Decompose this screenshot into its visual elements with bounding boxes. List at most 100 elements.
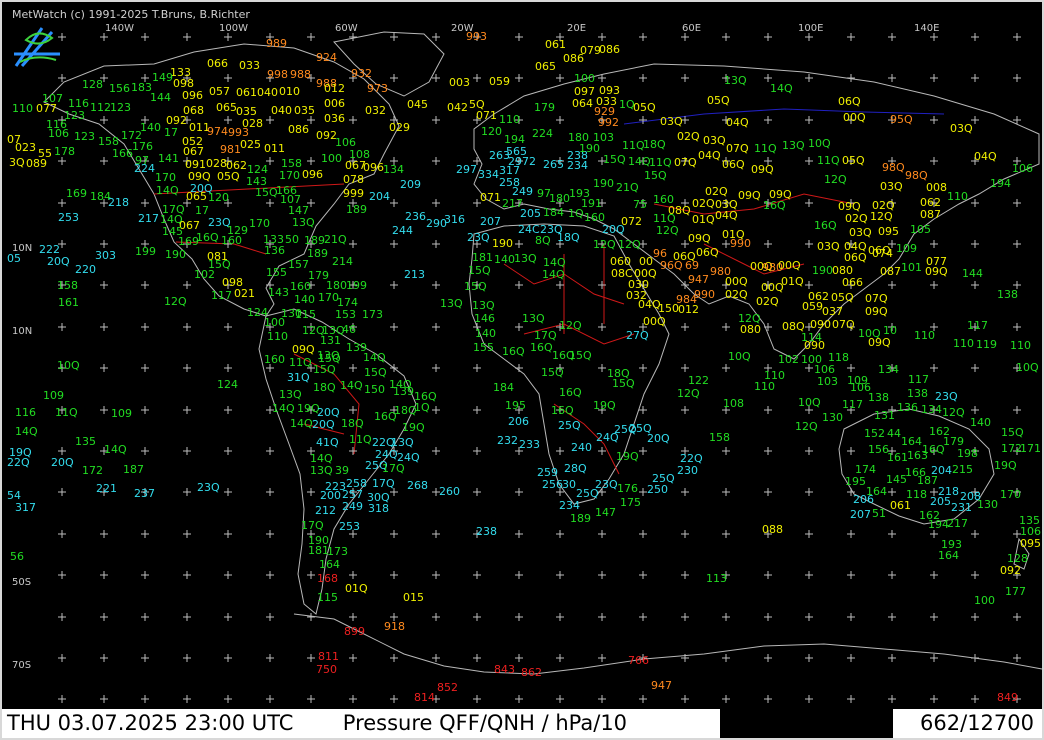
- grid-cross: [266, 695, 274, 703]
- pressure-observation: 105: [910, 223, 931, 236]
- pressure-observation: 96Q: [660, 259, 683, 272]
- pressure-observation: 06Q: [696, 246, 719, 259]
- pressure-observation: 092: [1000, 564, 1021, 577]
- grid-cross: [349, 571, 357, 579]
- pressure-observation: 153: [335, 308, 356, 321]
- grid-cross: [1013, 240, 1021, 248]
- pressure-observation: 14Q: [542, 268, 565, 281]
- pressure-observation: 086: [599, 43, 620, 56]
- pressure-observation: 12Q: [618, 238, 641, 251]
- footer-product: Pressure QFF/QNH / hPa/10: [342, 711, 628, 735]
- grid-cross: [224, 654, 232, 662]
- grid-cross: [100, 364, 108, 372]
- pressure-observation: 170: [318, 291, 339, 304]
- pressure-observation: 233: [519, 438, 540, 451]
- pressure-observation: 990: [730, 237, 751, 250]
- pressure-observation: 160: [290, 280, 311, 293]
- pressure-observation: 190: [492, 237, 513, 250]
- pressure-observation: 077: [36, 102, 57, 115]
- grid-cross: [100, 116, 108, 124]
- grid-cross: [888, 530, 896, 538]
- pressure-observation: 138: [997, 288, 1018, 301]
- grid-cross: [349, 447, 357, 455]
- pressure-observation: 10Q: [798, 396, 821, 409]
- pressure-observation: 862: [521, 666, 542, 679]
- grid-cross: [58, 74, 66, 82]
- grid-cross: [183, 323, 191, 331]
- pressure-observation: 13Q: [310, 464, 333, 477]
- grid-cross: [971, 613, 979, 621]
- pressure-observation: 108: [723, 397, 744, 410]
- pressure-observation: 123: [110, 101, 131, 114]
- grid-cross: [473, 488, 481, 496]
- grid-cross: [432, 654, 440, 662]
- pressure-observation: 41Q: [316, 436, 339, 449]
- grid-cross: [847, 447, 855, 455]
- pressure-observation: 04Q: [715, 209, 738, 222]
- pressure-observation: 05Q: [831, 291, 854, 304]
- grid-cross: [722, 613, 730, 621]
- pressure-observation: 110: [953, 337, 974, 350]
- pressure-observation: 18Q: [313, 381, 336, 394]
- pressure-observation: 02Q: [845, 212, 868, 225]
- grid-cross: [805, 530, 813, 538]
- pressure-observation: 998: [267, 68, 288, 81]
- pressure-observation: 04Q: [698, 149, 721, 162]
- grid-cross: [1013, 613, 1021, 621]
- pressure-observation: 999: [343, 187, 364, 200]
- grid-cross: [764, 488, 772, 496]
- pressure-observation: 237: [134, 487, 155, 500]
- grid-cross: [473, 571, 481, 579]
- coast-greenland: [333, 31, 445, 97]
- pressure-observation: 138: [868, 391, 889, 404]
- pressure-observation: 187: [123, 463, 144, 476]
- metwatch-logo-icon[interactable]: [12, 24, 64, 70]
- pressure-observation: 003: [449, 76, 470, 89]
- grid-cross: [183, 571, 191, 579]
- grid-cross: [307, 695, 315, 703]
- longitude-label: 20E: [567, 23, 586, 34]
- pressure-observation: 17Q: [372, 477, 395, 490]
- pressure-observation: 16Q: [559, 386, 582, 399]
- pressure-observation: 05Q: [707, 94, 730, 107]
- pressure-observation: 025: [240, 138, 261, 151]
- grid-cross: [58, 654, 66, 662]
- pressure-observation: 200: [320, 489, 341, 502]
- pressure-observation: 206: [853, 493, 874, 506]
- pressure-observation: 18Q: [557, 231, 580, 244]
- pressure-observation: 190: [165, 248, 186, 261]
- grid-cross: [183, 406, 191, 414]
- pressure-observation: 189: [304, 234, 325, 247]
- grid-cross: [266, 447, 274, 455]
- grid-cross: [141, 447, 149, 455]
- pressure-observation: 100: [321, 152, 342, 165]
- pressure-observation: 843: [494, 663, 515, 676]
- pressure-observation: 169: [178, 235, 199, 248]
- pressure-observation: 166: [112, 147, 133, 160]
- pressure-observation: 260: [439, 485, 460, 498]
- pressure-observation: 061: [236, 86, 257, 99]
- pressure-observation: 117: [211, 289, 232, 302]
- pressure-observation: 130: [977, 498, 998, 511]
- grid-cross: [266, 116, 274, 124]
- grid-cross: [930, 530, 938, 538]
- grid-cross: [390, 199, 398, 207]
- pressure-observation: 113: [706, 572, 727, 585]
- pressure-observation: 102: [194, 268, 215, 281]
- pressure-observation: 97: [135, 154, 149, 167]
- grid-cross: [681, 323, 689, 331]
- grid-cross: [349, 364, 357, 372]
- grid-cross: [432, 364, 440, 372]
- pressure-observation: 23Q: [197, 481, 220, 494]
- pressure-observation: 090: [810, 318, 831, 331]
- grid-cross: [847, 571, 855, 579]
- pressure-observation: 09Q: [751, 163, 774, 176]
- pressure-observation: 221: [96, 482, 117, 495]
- pressure-observation: 03Q: [950, 122, 973, 135]
- pressure-observation: 01Q: [692, 213, 715, 226]
- pressure-observation: 15Q: [603, 153, 626, 166]
- pressure-observation: 143: [268, 286, 289, 299]
- pressure-observation: 156: [109, 82, 130, 95]
- grid-cross: [224, 488, 232, 496]
- pressure-observation: 18Q: [341, 417, 364, 430]
